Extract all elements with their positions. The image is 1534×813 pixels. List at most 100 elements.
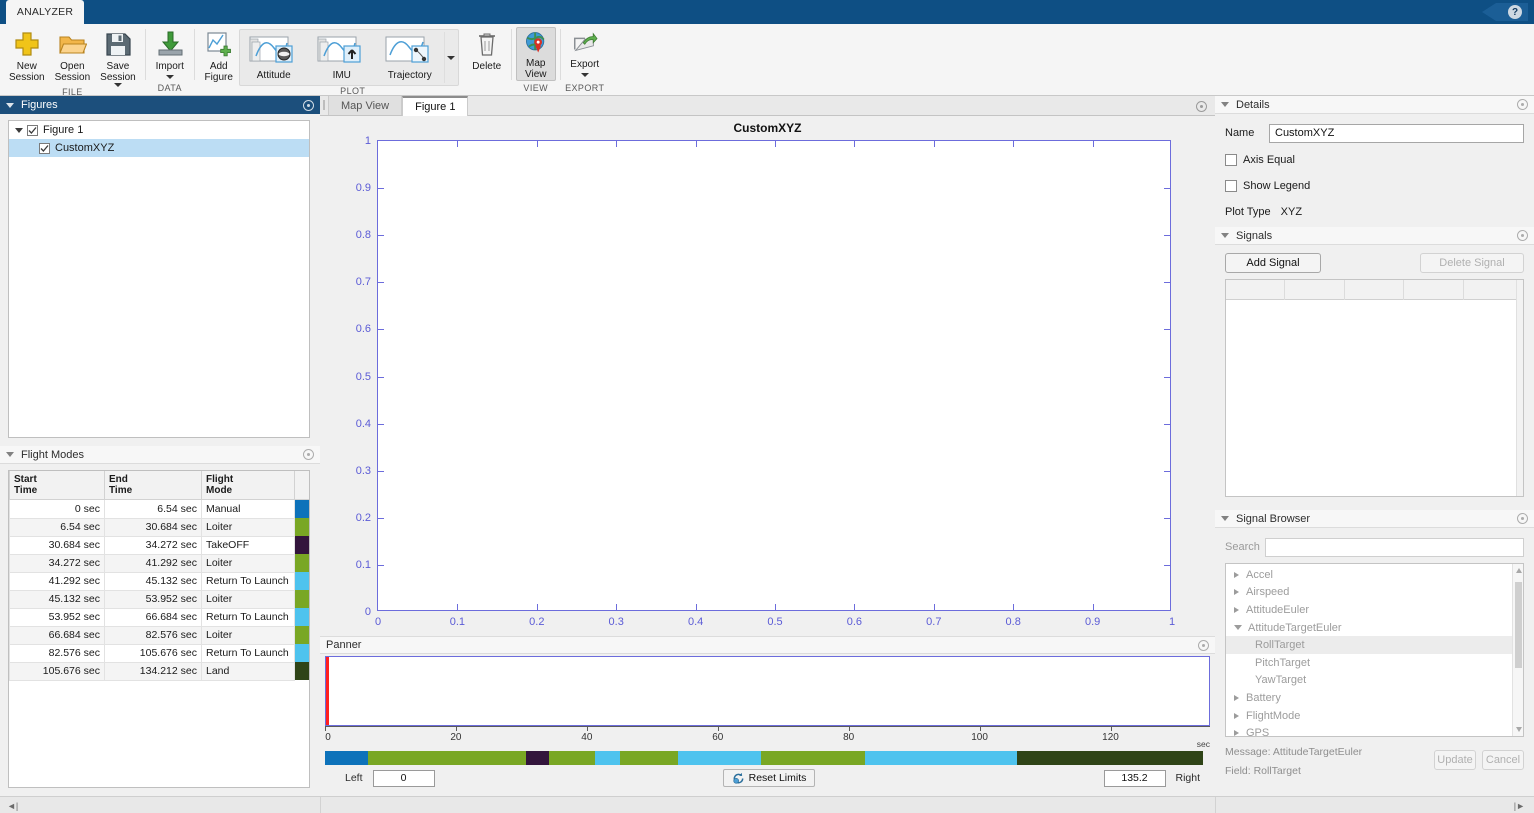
tab-figure-1[interactable]: Figure 1 <box>402 96 468 116</box>
scroll-up-icon[interactable] <box>1515 567 1522 574</box>
import-button[interactable]: Import <box>150 27 190 79</box>
table-row[interactable]: 41.292 sec45.132 secReturn To Launch <box>10 572 311 590</box>
chevron-right-icon[interactable] <box>1234 607 1239 613</box>
table-row[interactable]: 0 sec6.54 secManual <box>10 500 311 519</box>
flight-modes-panel-options-icon[interactable] <box>303 449 314 460</box>
tree-item-figure-1[interactable]: Figure 1 <box>9 121 309 139</box>
signal-tree-group[interactable]: Battery <box>1226 689 1512 707</box>
left-limit-input[interactable]: 0 <box>373 770 435 787</box>
signals-table-scrollbar[interactable] <box>1516 280 1523 496</box>
chevron-right-icon[interactable] <box>1234 589 1239 595</box>
chevron-right-icon[interactable] <box>1234 695 1239 701</box>
flight-mode-segment[interactable] <box>549 751 595 765</box>
add-signal-button[interactable]: Add Signal <box>1225 253 1321 273</box>
help-button[interactable]: ? <box>1482 3 1528 21</box>
reset-limits-button[interactable]: Reset Limits <box>723 769 816 787</box>
show-legend-checkbox[interactable] <box>1225 180 1237 192</box>
flight-mode-segment[interactable] <box>368 751 526 765</box>
new-session-button[interactable]: New Session <box>4 27 50 83</box>
cancel-button[interactable]: Cancel <box>1482 750 1524 770</box>
table-row[interactable]: 53.952 sec66.684 secReturn To Launch <box>10 608 311 626</box>
customxyz-checkbox[interactable] <box>39 143 50 154</box>
signals-column-header[interactable] <box>1404 280 1463 300</box>
signal-tree-leaf[interactable]: PitchTarget <box>1226 654 1512 672</box>
save-session-button[interactable]: Save Session <box>95 27 141 87</box>
signals-column-header[interactable] <box>1285 280 1344 300</box>
collapse-triangle-icon[interactable] <box>1221 102 1229 107</box>
figures-tree[interactable]: Figure 1 CustomXYZ <box>8 120 310 438</box>
scroll-left-icon[interactable]: ◄| <box>7 801 18 811</box>
signal-tree-group[interactable]: AttitudeTargetEuler <box>1226 619 1512 637</box>
tab-analyzer[interactable]: ANALYZER <box>6 0 84 24</box>
update-button[interactable]: Update <box>1434 750 1476 770</box>
export-button[interactable]: Export <box>565 27 605 77</box>
signals-panel-options-icon[interactable] <box>1517 230 1528 241</box>
chevron-right-icon[interactable] <box>1234 572 1239 578</box>
flight-mode-segment[interactable] <box>595 751 620 765</box>
flight-mode-segment[interactable] <box>1017 751 1204 765</box>
signal-browser-options-icon[interactable] <box>1517 513 1528 524</box>
signal-tree-leaf[interactable]: RollTarget <box>1226 636 1512 654</box>
name-input[interactable]: CustomXYZ <box>1269 124 1524 143</box>
signals-column-header[interactable] <box>1226 280 1285 300</box>
plot-gallery-more-button[interactable] <box>444 32 458 83</box>
col-flight-mode[interactable]: Flight Mode <box>202 471 295 500</box>
flight-modes-table-container[interactable]: Start Time End Time Flight Mode 0 sec6.5… <box>8 470 310 788</box>
panner-cursor[interactable] <box>326 657 329 725</box>
details-panel-options-icon[interactable] <box>1517 99 1528 110</box>
figures-panel-options-icon[interactable] <box>303 100 314 111</box>
tab-strip-grip-icon[interactable] <box>320 95 328 115</box>
right-limit-input[interactable]: 135.2 <box>1104 770 1166 787</box>
chevron-right-icon[interactable] <box>1234 730 1239 736</box>
table-row[interactable]: 45.132 sec53.952 secLoiter <box>10 590 311 608</box>
tab-map-view[interactable]: Map View <box>328 96 402 115</box>
collapse-triangle-icon[interactable] <box>6 103 14 108</box>
scroll-thumb[interactable] <box>1515 582 1522 668</box>
table-row[interactable]: 105.676 sec134.212 secLand <box>10 662 311 680</box>
signal-tree-group[interactable]: GPS <box>1226 724 1512 737</box>
expand-triangle-icon[interactable] <box>15 128 23 133</box>
flight-mode-segment[interactable] <box>678 751 761 765</box>
imu-plot-button[interactable]: IMU <box>308 32 376 83</box>
signal-tree-group[interactable]: Airspeed <box>1226 584 1512 602</box>
axis-equal-row[interactable]: Axis Equal <box>1225 149 1524 171</box>
panner-plot-area[interactable] <box>325 656 1210 726</box>
flight-mode-segment[interactable] <box>865 751 1016 765</box>
attitude-plot-button[interactable]: Attitude <box>240 32 308 83</box>
table-row[interactable]: 6.54 sec30.684 secLoiter <box>10 518 311 536</box>
flight-mode-segment[interactable] <box>761 751 865 765</box>
table-row[interactable]: 34.272 sec41.292 secLoiter <box>10 554 311 572</box>
signal-tree-leaf[interactable]: YawTarget <box>1226 672 1512 690</box>
collapse-triangle-icon[interactable] <box>1221 233 1229 238</box>
export-dropdown-icon[interactable] <box>581 73 589 77</box>
scroll-down-icon[interactable] <box>1515 726 1522 733</box>
chevron-down-icon[interactable] <box>1234 625 1242 630</box>
collapse-triangle-icon[interactable] <box>6 452 14 457</box>
axis-equal-checkbox[interactable] <box>1225 154 1237 166</box>
flight-mode-segment[interactable] <box>526 751 549 765</box>
delete-button[interactable]: Delete <box>467 27 507 72</box>
signals-column-header[interactable] <box>1464 280 1523 300</box>
open-session-button[interactable]: Open Session <box>50 27 96 83</box>
signal-tree-scrollbar[interactable] <box>1512 564 1523 736</box>
table-row[interactable]: 66.684 sec82.576 secLoiter <box>10 626 311 644</box>
flight-mode-timeline[interactable] <box>325 751 1210 765</box>
signal-tree-group[interactable]: AttitudeEuler <box>1226 601 1512 619</box>
show-legend-row[interactable]: Show Legend <box>1225 175 1524 197</box>
col-start-time[interactable]: Start Time <box>10 471 105 500</box>
plot-axes[interactable]: 00.10.20.30.40.50.60.70.80.9100.10.20.30… <box>377 140 1171 611</box>
map-view-button[interactable]: Map View <box>516 27 556 81</box>
delete-signal-button[interactable]: Delete Signal <box>1420 253 1524 273</box>
signal-tree-group[interactable]: FlightMode <box>1226 707 1512 725</box>
search-input[interactable] <box>1265 538 1524 557</box>
signal-tree-group[interactable]: Accel <box>1226 566 1512 584</box>
signals-column-header[interactable] <box>1345 280 1404 300</box>
import-dropdown-icon[interactable] <box>166 75 174 79</box>
table-row[interactable]: 82.576 sec105.676 secReturn To Launch <box>10 644 311 662</box>
tree-item-customxyz[interactable]: CustomXYZ <box>9 139 309 157</box>
trajectory-plot-button[interactable]: Trajectory <box>376 32 444 83</box>
figure-panel-options-icon[interactable] <box>1196 101 1207 112</box>
table-row[interactable]: 30.684 sec34.272 secTakeOFF <box>10 536 311 554</box>
panner-options-icon[interactable] <box>1198 640 1209 651</box>
add-figure-button[interactable]: Add Figure <box>199 27 239 83</box>
